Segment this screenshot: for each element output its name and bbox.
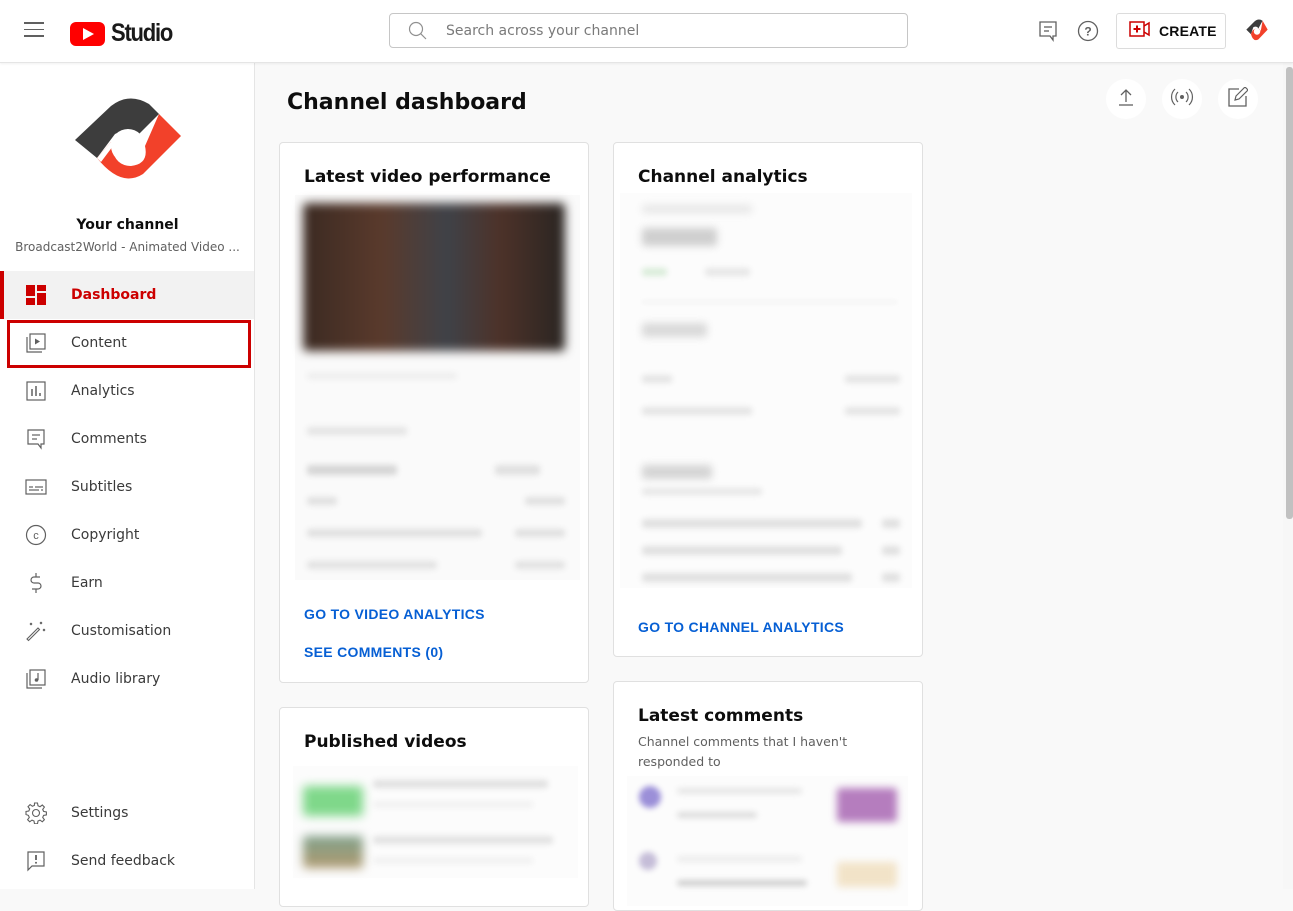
commenter-avatar[interactable] <box>639 852 657 870</box>
account-avatar[interactable] <box>1242 18 1272 49</box>
gear-icon <box>24 801 48 825</box>
see-comments-link[interactable]: SEE COMMENTS (0) <box>304 644 443 660</box>
card-title: Channel analytics <box>638 167 808 187</box>
sidebar-item-dashboard[interactable]: Dashboard <box>0 271 254 319</box>
feedback-icon <box>24 849 48 873</box>
sidebar-item-label: Send feedback <box>71 853 176 869</box>
search-icon <box>408 21 442 41</box>
dashboard-icon <box>24 283 48 307</box>
comments-list <box>627 776 908 906</box>
logo-text: Studio <box>111 19 173 47</box>
help-icon[interactable]: ? <box>1076 19 1100 43</box>
audio-library-icon <box>24 667 48 691</box>
published-videos-list <box>293 766 578 878</box>
video-thumbnail[interactable] <box>303 786 363 816</box>
go-live-button[interactable] <box>1162 79 1202 119</box>
card-title: Latest comments <box>638 706 804 726</box>
sidebar-item-comments[interactable]: Comments <box>0 415 254 463</box>
copyright-icon: c <box>24 523 48 547</box>
sidebar-item-label: Subtitles <box>71 479 133 495</box>
card-title: Published videos <box>304 732 467 752</box>
messages-icon[interactable] <box>1036 19 1060 43</box>
blurred-video-content <box>295 195 580 580</box>
sidebar-item-label: Earn <box>71 575 103 591</box>
upload-button[interactable] <box>1106 79 1146 119</box>
sidebar-item-customisation[interactable]: Customisation <box>0 607 254 655</box>
scrollbar-thumb[interactable] <box>1286 67 1293 519</box>
sidebar-item-label: Settings <box>71 805 129 821</box>
sidebar-nav: Dashboard Content Analytics Comments Sub… <box>0 271 254 703</box>
video-thumbnail[interactable] <box>837 862 897 887</box>
search-input[interactable] <box>446 22 907 39</box>
go-to-channel-analytics-link[interactable]: GO TO CHANNEL ANALYTICS <box>638 619 844 635</box>
go-live-icon <box>1170 88 1194 111</box>
analytics-icon <box>24 379 48 403</box>
latest-video-card: Latest video performance GO TO VIDEO ANA… <box>279 142 589 683</box>
sidebar-item-subtitles[interactable]: Subtitles <box>0 463 254 511</box>
latest-comments-card: Latest comments Channel comments that I … <box>613 681 923 911</box>
sidebar-item-label: Customisation <box>71 623 172 639</box>
sidebar-item-label: Copyright <box>71 527 140 543</box>
magic-wand-icon <box>24 619 48 643</box>
sidebar-item-label: Content <box>71 335 127 351</box>
card-subtitle: Channel comments that I haven't responde… <box>638 734 848 769</box>
video-thumbnail[interactable] <box>837 788 897 822</box>
sidebar-item-audio-library[interactable]: Audio library <box>0 655 254 703</box>
create-button[interactable]: CREATE <box>1116 13 1226 49</box>
studio-logo[interactable]: Studio <box>70 19 180 48</box>
channel-title: Your channel <box>76 217 179 233</box>
sidebar-item-label: Dashboard <box>71 287 157 303</box>
top-bar: Studio ? CREATE <box>0 0 1293 63</box>
commenter-avatar[interactable] <box>639 786 661 808</box>
svg-text:?: ? <box>1084 25 1091 39</box>
menu-icon[interactable] <box>24 22 44 40</box>
sidebar-item-send-feedback[interactable]: Send feedback <box>0 837 254 885</box>
create-post-button[interactable] <box>1218 79 1258 119</box>
comments-icon <box>24 427 48 451</box>
video-thumbnail[interactable] <box>303 836 363 868</box>
video-camera-icon <box>1129 20 1151 42</box>
create-post-icon <box>1228 85 1249 112</box>
sidebar: Your channel Broadcast2World - Animated … <box>0 63 255 889</box>
sidebar-item-earn[interactable]: Earn <box>0 559 254 607</box>
create-label: CREATE <box>1159 23 1217 39</box>
channel-name: Broadcast2World - Animated Video ... <box>15 240 240 254</box>
card-title: Latest video performance <box>304 167 551 187</box>
sidebar-item-content[interactable]: Content <box>0 319 254 367</box>
sidebar-item-settings[interactable]: Settings <box>0 789 254 837</box>
video-thumbnail[interactable] <box>303 203 565 351</box>
go-to-video-analytics-link[interactable]: GO TO VIDEO ANALYTICS <box>304 606 485 622</box>
sidebar-item-label: Comments <box>71 431 147 447</box>
upload-icon <box>1117 87 1135 112</box>
channel-avatar[interactable] <box>71 88 183 200</box>
sidebar-item-label: Audio library <box>71 671 161 687</box>
blurred-analytics-content <box>620 193 912 588</box>
page-title: Channel dashboard <box>287 90 527 115</box>
published-videos-card: Published videos <box>279 707 589 907</box>
search-box[interactable] <box>389 13 908 48</box>
sidebar-item-label: Analytics <box>71 383 135 399</box>
subtitles-icon <box>24 475 48 499</box>
main-content: Channel dashboard Latest video performan… <box>255 63 1283 911</box>
channel-analytics-card: Channel analytics GO TO CHANNEL ANALYTIC… <box>613 142 923 657</box>
svg-text:c: c <box>33 530 39 542</box>
sidebar-bottom-nav: Settings Send feedback <box>0 789 254 885</box>
sidebar-item-analytics[interactable]: Analytics <box>0 367 254 415</box>
sidebar-item-copyright[interactable]: c Copyright <box>0 511 254 559</box>
dollar-icon <box>24 571 48 595</box>
youtube-play-icon <box>70 21 105 46</box>
content-icon <box>24 331 48 355</box>
